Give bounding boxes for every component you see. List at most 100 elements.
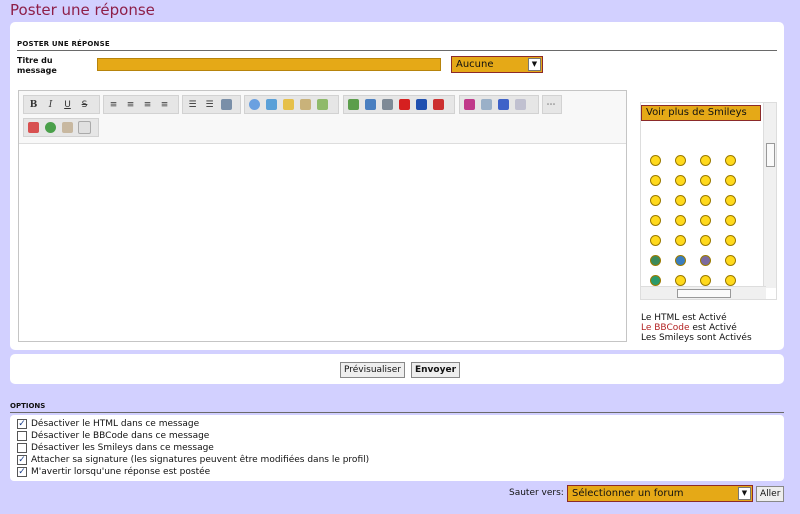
image-icon[interactable] <box>346 97 361 112</box>
smileys-horizontal-scrollbar[interactable] <box>641 286 766 299</box>
option-attach-signature[interactable]: ✓ Attacher sa signature (les signatures p… <box>17 454 369 466</box>
align-left-icon[interactable]: ≡ <box>106 97 121 112</box>
color-icon[interactable] <box>462 97 477 112</box>
smiley-icon[interactable] <box>650 155 661 166</box>
post-icon-select[interactable]: Aucune ▼ <box>451 56 543 73</box>
bullet-list-icon[interactable]: ☰ <box>185 97 200 112</box>
smiley-icon[interactable] <box>700 235 711 246</box>
go-button[interactable]: Aller <box>756 486 785 502</box>
toolbar-group-media <box>343 95 455 114</box>
smiley-icon[interactable] <box>725 235 736 246</box>
date-icon[interactable] <box>26 120 41 135</box>
font-size-icon[interactable] <box>513 97 528 112</box>
smiley-icon[interactable] <box>725 155 736 166</box>
more-smileys-button[interactable]: Voir plus de Smileys <box>641 105 761 121</box>
underline-icon[interactable]: U <box>60 97 75 112</box>
option-disable-bbcode[interactable]: Désactiver le BBCode dans ce message <box>17 430 209 442</box>
align-center-icon[interactable]: ≡ <box>123 97 138 112</box>
align-justify-icon[interactable]: ≡ <box>157 97 172 112</box>
action-panel: Prévisualiser Envoyer <box>10 354 784 384</box>
message-title-label: Titre du message <box>17 56 57 75</box>
toolbar-group-more: ⋯ <box>542 95 562 114</box>
table-icon[interactable] <box>315 97 330 112</box>
option-notify-reply[interactable]: ✓ M'avertir lorsqu'une réponse est postée <box>17 466 210 478</box>
numbered-list-icon[interactable]: ☰ <box>202 97 217 112</box>
smiley-icon[interactable] <box>700 155 711 166</box>
smiley-icon[interactable] <box>650 175 661 186</box>
html-status: Le HTML est Activé <box>641 313 727 323</box>
post-icon-select-value: Aucune <box>456 59 494 70</box>
smiley-icon[interactable] <box>650 235 661 246</box>
bbcode-link[interactable]: Le BBCode <box>641 323 690 333</box>
host-image-icon[interactable] <box>363 97 378 112</box>
font-icon[interactable] <box>496 97 511 112</box>
smiley-icon[interactable] <box>650 215 661 226</box>
hide-icon[interactable] <box>298 97 313 112</box>
message-editor[interactable]: B I U S ≡ ≡ ≡ ≡ ☰ ☰ ⋯ <box>18 90 627 342</box>
italic-icon[interactable]: I <box>43 97 58 112</box>
smileys-status: Les Smileys sont Activés <box>641 333 752 343</box>
smiley-icon[interactable] <box>725 215 736 226</box>
horizontal-rule-icon[interactable] <box>219 97 234 112</box>
smiley-icon[interactable] <box>725 255 736 266</box>
bold-icon[interactable]: B <box>26 97 41 112</box>
checkbox[interactable]: ✓ <box>17 419 27 429</box>
smiley-icon[interactable] <box>675 195 686 206</box>
status-block: Le HTML est Activé Le BBCode est Activé … <box>641 313 752 343</box>
strike-icon[interactable]: S <box>77 97 92 112</box>
smiley-icon[interactable] <box>700 175 711 186</box>
scroll-thumb[interactable] <box>766 143 775 167</box>
bbcode-status-text: est Activé <box>689 323 737 333</box>
smileys-vertical-scrollbar[interactable] <box>763 103 776 288</box>
toolbar-group-align: ≡ ≡ ≡ ≡ <box>103 95 179 114</box>
checkbox[interactable]: ✓ <box>17 455 27 465</box>
align-right-icon[interactable]: ≡ <box>140 97 155 112</box>
smiley-icon[interactable] <box>650 275 661 286</box>
smiley-icon[interactable] <box>700 255 711 266</box>
source-icon[interactable] <box>77 120 92 135</box>
more-icon[interactable]: ⋯ <box>545 97 557 112</box>
option-label: M'avertir lorsqu'une réponse est postée <box>31 467 211 477</box>
code-icon[interactable] <box>264 97 279 112</box>
scroll-thumb[interactable] <box>677 289 731 298</box>
smiley-icon[interactable] <box>675 275 686 286</box>
smiley-icon[interactable] <box>725 275 736 286</box>
smiley-icon[interactable] <box>650 255 661 266</box>
editor-toolbar: B I U S ≡ ≡ ≡ ≡ ☰ ☰ ⋯ <box>19 91 626 144</box>
smileys-panel: Voir plus de Smileys <box>640 102 777 300</box>
smiley-icon[interactable] <box>675 155 686 166</box>
checkbox[interactable] <box>17 431 27 441</box>
checkbox[interactable] <box>17 443 27 453</box>
smiley-icon[interactable] <box>675 235 686 246</box>
smiley-icon[interactable] <box>725 175 736 186</box>
smiley-icon[interactable] <box>700 275 711 286</box>
smiley-icon[interactable] <box>675 215 686 226</box>
flash-icon[interactable] <box>431 97 446 112</box>
quote-icon[interactable] <box>247 97 262 112</box>
option-disable-html[interactable]: ✓ Désactiver le HTML dans ce message <box>17 418 199 430</box>
spoiler-icon[interactable] <box>281 97 296 112</box>
forum-jump-select[interactable]: Sélectionner un forum ▼ <box>567 485 753 502</box>
page-title: Poster une réponse <box>10 1 155 19</box>
chevron-down-icon: ▼ <box>528 58 541 71</box>
chevron-down-icon: ▼ <box>738 487 751 500</box>
send-button[interactable]: Envoyer <box>411 362 461 378</box>
marquee-icon[interactable] <box>479 97 494 112</box>
clear-icon[interactable] <box>60 120 75 135</box>
smiley-icon[interactable] <box>700 195 711 206</box>
reply-panel: POSTER UNE RÉPONSE Titre du message Aucu… <box>10 22 784 350</box>
search-icon[interactable] <box>43 120 58 135</box>
link-icon[interactable] <box>380 97 395 112</box>
smiley-icon[interactable] <box>650 195 661 206</box>
dailymotion-icon[interactable] <box>414 97 429 112</box>
smiley-icon[interactable] <box>675 175 686 186</box>
smiley-icon[interactable] <box>700 215 711 226</box>
smiley-icon[interactable] <box>675 255 686 266</box>
smiley-icon[interactable] <box>725 195 736 206</box>
checkbox[interactable]: ✓ <box>17 467 27 477</box>
section-title: POSTER UNE RÉPONSE <box>17 40 777 51</box>
message-title-input[interactable] <box>97 58 441 71</box>
youtube-icon[interactable] <box>397 97 412 112</box>
option-disable-smileys[interactable]: Désactiver les Smileys dans ce message <box>17 442 214 454</box>
preview-button[interactable]: Prévisualiser <box>340 362 405 378</box>
